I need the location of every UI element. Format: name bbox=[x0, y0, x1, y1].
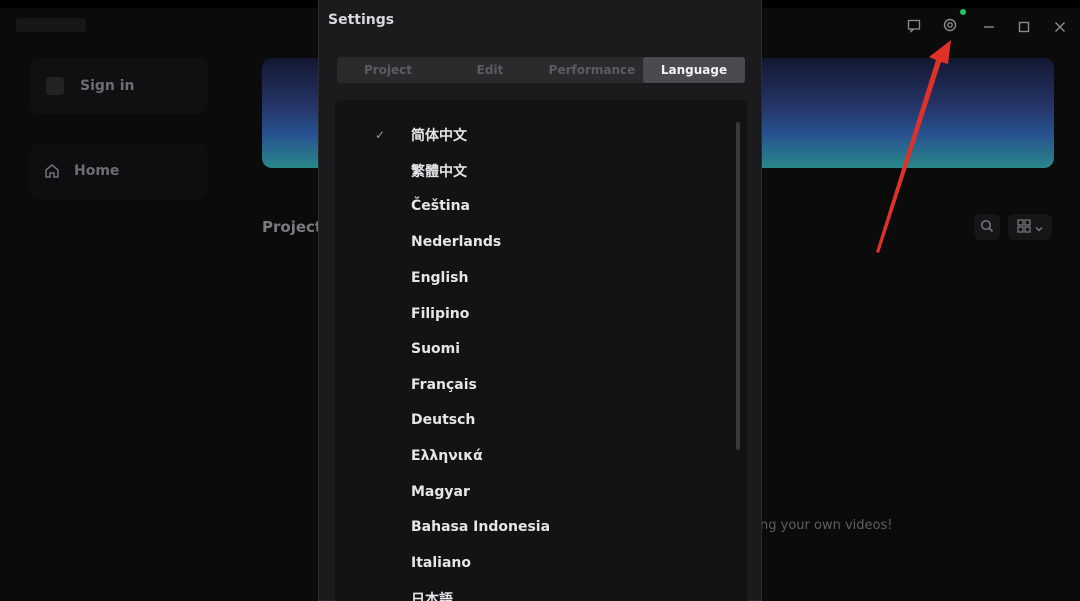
language-label: 繁體中文 bbox=[411, 164, 467, 180]
empty-projects-hint: ng your own videos! bbox=[760, 518, 893, 533]
language-option[interactable]: Čeština bbox=[335, 191, 735, 221]
sidebar-item-label: Home bbox=[74, 163, 120, 179]
tab-edit[interactable]: Edit bbox=[439, 57, 541, 83]
language-label: Suomi bbox=[411, 341, 461, 357]
settings-button[interactable] bbox=[939, 16, 961, 38]
language-label: Deutsch bbox=[411, 412, 476, 428]
maximize-button[interactable] bbox=[1013, 16, 1035, 38]
sidebar-item-home[interactable]: Home bbox=[30, 143, 208, 199]
maximize-icon bbox=[1018, 18, 1030, 37]
tab-performance[interactable]: Performance bbox=[541, 57, 643, 83]
scrollbar[interactable] bbox=[736, 122, 740, 450]
language-label: 简体中文 bbox=[411, 128, 467, 144]
language-option[interactable]: Français bbox=[335, 370, 735, 400]
language-option[interactable]: 繁體中文 bbox=[335, 156, 735, 186]
tab-language[interactable]: Language bbox=[643, 57, 745, 83]
chevron-down-icon bbox=[1035, 218, 1043, 237]
sign-in-label: Sign in bbox=[80, 78, 135, 94]
language-option[interactable]: Bahasa Indonesia bbox=[335, 512, 735, 542]
app-logo bbox=[16, 18, 86, 32]
close-button[interactable] bbox=[1049, 16, 1071, 38]
minimize-button[interactable] bbox=[978, 16, 1000, 38]
language-label: Italiano bbox=[411, 555, 471, 571]
language-option[interactable]: 日本語 bbox=[335, 584, 735, 601]
language-label: Čeština bbox=[411, 198, 471, 214]
language-option[interactable]: Nederlands bbox=[335, 227, 735, 257]
language-option[interactable]: Ελληνικά bbox=[335, 441, 735, 471]
language-label: Magyar bbox=[411, 484, 470, 500]
settings-dialog: Settings Project Edit Performance Language … bbox=[318, 0, 762, 601]
language-label: Filipino bbox=[411, 306, 470, 322]
language-label: Français bbox=[411, 377, 477, 393]
close-icon bbox=[1054, 18, 1066, 37]
check-icon: ✓ bbox=[375, 128, 386, 142]
feedback-button[interactable] bbox=[903, 16, 925, 38]
grid-icon bbox=[1017, 218, 1031, 237]
language-option[interactable]: Filipino bbox=[335, 299, 735, 329]
feedback-icon bbox=[907, 18, 921, 37]
language-list: ✓ 简体中文繁體中文 Čeština Nederlands English Filipin… bbox=[335, 100, 747, 601]
language-label: Bahasa Indonesia bbox=[411, 519, 551, 535]
search-icon bbox=[980, 218, 994, 237]
settings-tabs: Project Edit Performance Language bbox=[337, 57, 745, 83]
language-option[interactable]: English bbox=[335, 263, 735, 293]
language-option[interactable]: Magyar bbox=[335, 477, 735, 507]
language-option[interactable]: ✓ 简体中文 bbox=[335, 120, 735, 150]
language-label: Ελληνικά bbox=[411, 448, 483, 464]
language-label: English bbox=[411, 270, 469, 286]
language-option[interactable]: Italiano bbox=[335, 548, 735, 578]
tab-project[interactable]: Project bbox=[337, 57, 439, 83]
home-icon bbox=[42, 161, 62, 181]
minimize-icon bbox=[983, 18, 995, 37]
dialog-title: Settings bbox=[328, 12, 395, 28]
language-option[interactable]: Deutsch bbox=[335, 405, 735, 435]
avatar bbox=[46, 77, 64, 95]
language-label: Nederlands bbox=[411, 234, 502, 250]
sign-in-button[interactable]: Sign in bbox=[30, 58, 208, 114]
view-toggle-button[interactable] bbox=[1008, 214, 1052, 240]
gear-icon bbox=[942, 17, 958, 37]
notification-dot bbox=[960, 9, 966, 15]
language-option[interactable]: Suomi bbox=[335, 334, 735, 364]
language-label: 日本語 bbox=[411, 592, 453, 601]
search-button[interactable] bbox=[974, 214, 1000, 240]
